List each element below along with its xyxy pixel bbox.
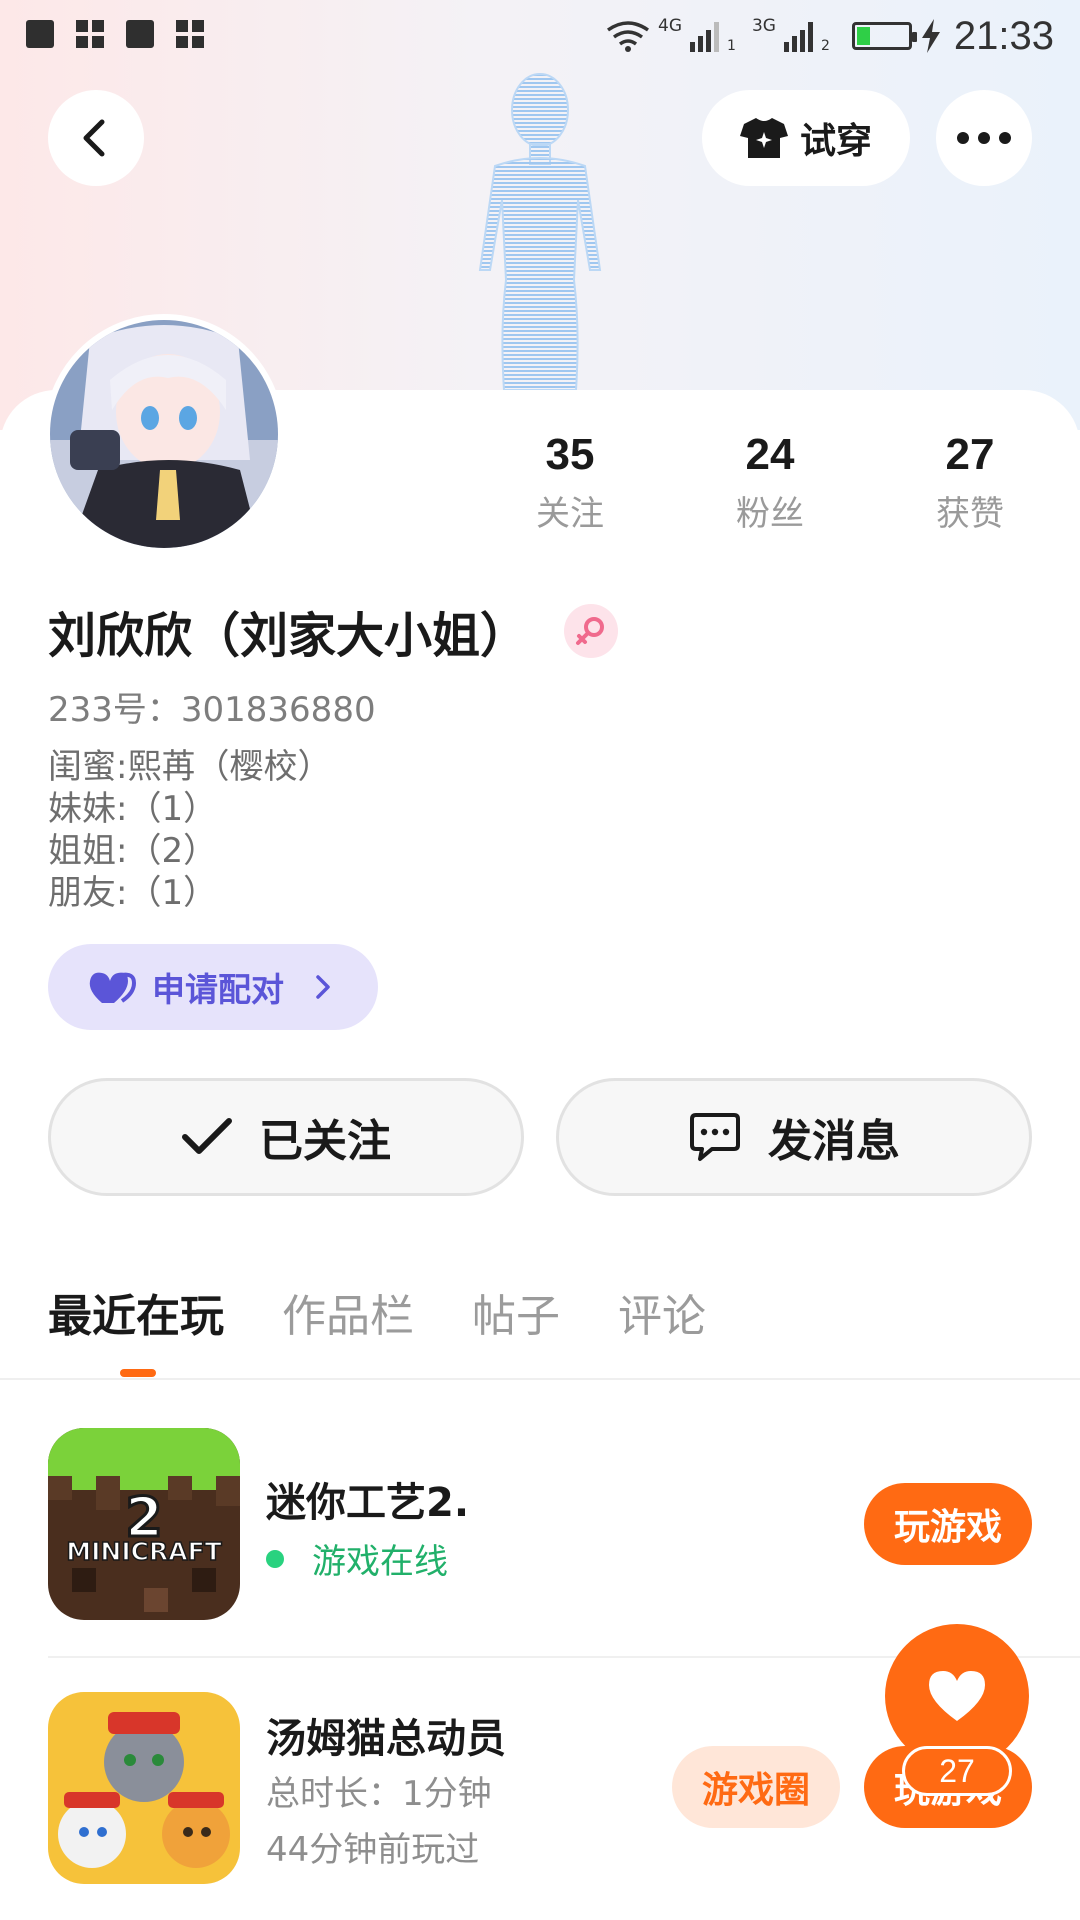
image-notification-icon xyxy=(126,20,154,48)
more-icon xyxy=(957,132,1011,144)
charging-icon xyxy=(921,19,940,53)
game-icon-text: MINICRAFT xyxy=(66,1537,221,1566)
tabs-divider xyxy=(0,1378,1080,1380)
avatar-image xyxy=(50,320,278,548)
app-notification-icon xyxy=(76,20,104,48)
stat-label: 关注 xyxy=(536,494,604,534)
bio-line: 妹妹:（1） xyxy=(48,789,218,829)
game-last-played: 44分钟前玩过 xyxy=(266,1830,480,1870)
app-notification-icon-2 xyxy=(176,20,204,48)
send-message-button[interactable]: 发消息 xyxy=(556,1078,1032,1196)
request-pair-label: 申请配对 xyxy=(152,970,284,1009)
network-type-1: 4G xyxy=(658,16,683,36)
game-status-label: 游戏在线 xyxy=(312,1542,448,1582)
message-notification-icon xyxy=(26,20,54,48)
tab-comments[interactable]: 评论 xyxy=(618,1280,706,1344)
signal-strength-icon-1 xyxy=(690,20,720,52)
play-game-button[interactable]: 玩游戏 xyxy=(864,1483,1032,1565)
followed-label: 已关注 xyxy=(259,1116,391,1167)
back-button[interactable] xyxy=(48,90,144,186)
tab-recently-played[interactable]: 最近在玩 xyxy=(48,1280,224,1344)
bio-line: 朋友:（1） xyxy=(48,873,218,913)
user-bio: 闺蜜:熙苒（樱校） 妹妹:（1） 姐姐:（2） 朋友:（1） xyxy=(48,746,331,914)
tab-posts[interactable]: 帖子 xyxy=(472,1280,560,1344)
stat-following[interactable]: 35 关注 xyxy=(500,430,640,535)
wifi-icon xyxy=(607,21,650,52)
avatar[interactable] xyxy=(44,314,284,554)
profile-tabs: 最近在玩 作品栏 帖子 评论 xyxy=(48,1280,706,1344)
list-item[interactable]: 2 MINICRAFT 迷你工艺2. 游戏在线 玩游戏 xyxy=(48,1428,1080,1620)
notification-icons xyxy=(26,20,204,48)
send-message-label: 发消息 xyxy=(768,1116,900,1167)
stat-likes[interactable]: 27 获赞 xyxy=(900,430,1040,535)
game-title: 迷你工艺2. xyxy=(266,1480,470,1526)
chevron-right-icon xyxy=(316,975,330,999)
user-name: 刘欣欣（刘家大小姐） xyxy=(48,608,529,664)
request-pair-button[interactable]: 申请配对 xyxy=(48,944,378,1030)
stat-value: 35 xyxy=(545,430,595,479)
signal-strength-icon-2 xyxy=(783,20,813,52)
followed-button[interactable]: 已关注 xyxy=(48,1078,524,1196)
heart-icon xyxy=(929,1671,985,1721)
try-on-label: 试穿 xyxy=(799,121,872,162)
game-duration: 总时长：1分钟 xyxy=(266,1774,492,1814)
game-icon-minicraft: 2 MINICRAFT xyxy=(48,1428,240,1620)
stat-value: 27 xyxy=(945,430,995,479)
game-icon-talking-tom xyxy=(48,1692,240,1884)
stat-followers[interactable]: 24 粉丝 xyxy=(700,430,840,535)
online-dot-icon xyxy=(266,1549,284,1568)
battery-icon xyxy=(851,22,917,50)
network-type-2: 3G xyxy=(751,16,776,36)
bio-line: 闺蜜:熙苒（樱校） xyxy=(48,747,332,787)
more-options-button[interactable] xyxy=(936,90,1032,186)
profile-stats: 35 关注 24 粉丝 27 获赞 xyxy=(500,430,1040,535)
chat-bubble-icon xyxy=(690,1113,740,1161)
stat-label: 获赞 xyxy=(936,494,1004,534)
game-title: 汤姆猫总动员 xyxy=(266,1716,506,1762)
sim-slot-1: 1 xyxy=(727,38,736,54)
back-icon xyxy=(83,119,105,157)
stat-label: 粉丝 xyxy=(736,494,804,534)
sim-slot-2: 2 xyxy=(820,38,830,54)
check-icon xyxy=(182,1118,232,1154)
female-gender-icon xyxy=(564,604,619,658)
bio-line: 姐姐:（2） xyxy=(48,831,218,871)
like-count-badge: 27 xyxy=(902,1746,1012,1796)
game-status: 游戏在线 xyxy=(266,1534,448,1583)
tab-works[interactable]: 作品栏 xyxy=(282,1280,414,1344)
try-on-button[interactable]: 试穿 xyxy=(702,90,910,186)
active-tab-indicator xyxy=(120,1369,156,1377)
clock: 21:33 xyxy=(953,13,1054,58)
stat-value: 24 xyxy=(745,430,795,479)
double-heart-icon xyxy=(89,972,136,1003)
name-row: 刘欣欣（刘家大小姐） xyxy=(48,596,619,666)
status-bar: 4G 1 3G 2 21:33 xyxy=(0,0,1080,72)
shirt-icon xyxy=(739,118,788,158)
game-circle-button[interactable]: 游戏圈 xyxy=(672,1746,840,1828)
3d-avatar-silhouette xyxy=(478,73,602,390)
user-id: 233号：301836880 xyxy=(48,690,376,730)
